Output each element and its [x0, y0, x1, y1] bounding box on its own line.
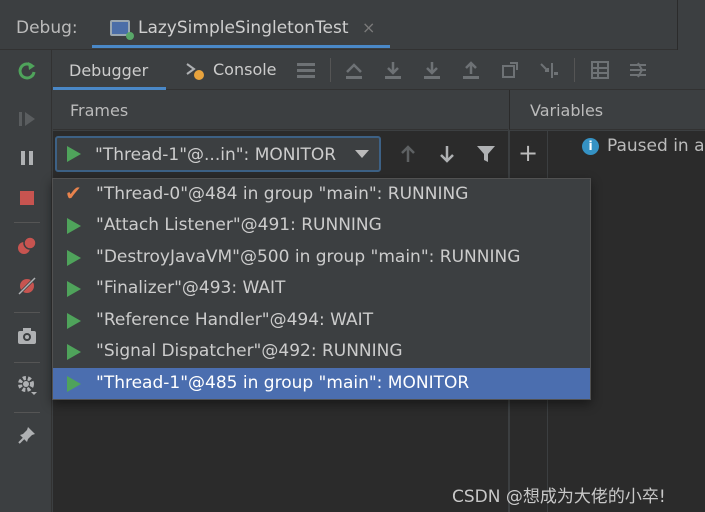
play-icon: [67, 344, 81, 360]
debug-tool-window-header: Debug: LazySimpleSingletonTest ×: [0, 0, 705, 50]
paused-status: i Paused in a: [582, 136, 705, 156]
watermark-text: CSDN @想成为大佬的小卒!: [452, 487, 666, 507]
thread-item-label: "Reference Handler"@494: WAIT: [96, 310, 374, 330]
tab-debug-session[interactable]: LazySimpleSingletonTest ×: [92, 8, 390, 48]
camera-icon[interactable]: [14, 323, 40, 349]
view-breakpoints-icon[interactable]: [14, 233, 40, 259]
thread-list-popup: ✔ "Thread-0"@484 in group "main": RUNNIN…: [52, 178, 591, 400]
toolbar-separator: [330, 58, 331, 82]
rerun-icon[interactable]: [14, 58, 40, 84]
thread-item[interactable]: ✔ "Thread-0"@484 in group "main": RUNNIN…: [53, 179, 590, 210]
debug-left-toolbar: [0, 50, 52, 512]
step-into-icon[interactable]: [420, 58, 444, 82]
step-out-icon[interactable]: [459, 58, 483, 82]
toolbar-separator: [14, 312, 40, 313]
filter-icon[interactable]: [472, 140, 500, 168]
info-icon: i: [582, 138, 599, 155]
thread-selector[interactable]: "Thread-1"@...in": MONITOR: [55, 136, 381, 172]
thread-item-label: "Thread-0"@484 in group "main": RUNNING: [96, 184, 469, 204]
tab-debugger[interactable]: Debugger: [53, 50, 166, 90]
console-icon: [186, 63, 204, 80]
layout-menu-icon[interactable]: [294, 58, 318, 82]
paused-status-text: Paused in a: [607, 136, 705, 156]
thread-item-selected[interactable]: "Thread-1"@485 in group "main": MONITOR: [53, 368, 590, 399]
check-icon: ✔: [65, 181, 82, 205]
toolbar-separator: [14, 362, 40, 363]
mute-breakpoints-icon[interactable]: [14, 273, 40, 299]
variables-panel-header: Variables: [509, 90, 705, 130]
evaluate-expression-icon[interactable]: [588, 58, 612, 82]
next-frame-icon[interactable]: [433, 140, 461, 168]
debug-label: Debug:: [16, 18, 78, 38]
thread-item[interactable]: "DestroyJavaVM"@500 in group "main": RUN…: [53, 242, 590, 273]
thread-item-label: "Attach Listener"@491: RUNNING: [96, 215, 382, 235]
thread-item-label: "Thread-1"@485 in group "main": MONITOR: [96, 373, 470, 393]
play-icon: [67, 376, 81, 392]
close-icon[interactable]: ×: [362, 18, 375, 37]
step-over-icon[interactable]: [381, 58, 405, 82]
thread-item[interactable]: "Finalizer"@493: WAIT: [53, 273, 590, 304]
stop-icon[interactable]: [14, 185, 40, 211]
application-window-icon: [110, 20, 134, 40]
tab-debugger-label: Debugger: [69, 61, 149, 80]
thread-item[interactable]: "Reference Handler"@494: WAIT: [53, 305, 590, 336]
thread-item-label: "Finalizer"@493: WAIT: [96, 278, 286, 298]
session-tab-title: LazySimpleSingletonTest: [138, 18, 349, 38]
play-icon: [67, 250, 81, 266]
pause-program-icon[interactable]: [14, 145, 40, 171]
thread-selector-value: "Thread-1"@...in": MONITOR: [95, 145, 337, 165]
show-execution-point-icon[interactable]: [342, 58, 366, 82]
settings-gear-icon[interactable]: [14, 372, 40, 398]
add-watch-icon[interactable]: +: [518, 139, 538, 167]
thread-item[interactable]: "Attach Listener"@491: RUNNING: [53, 210, 590, 241]
play-icon: [67, 281, 81, 297]
tab-console[interactable]: Console: [183, 50, 283, 90]
debugger-toolbar: Debugger Console: [53, 50, 705, 90]
header-edge: [677, 0, 705, 50]
play-icon: [67, 313, 81, 329]
thread-item-label: "Signal Dispatcher"@492: RUNNING: [96, 341, 403, 361]
chevron-down-icon: [355, 150, 369, 158]
run-to-cursor-icon[interactable]: [537, 58, 561, 82]
pin-icon[interactable]: [14, 422, 40, 448]
variables-title: Variables: [530, 101, 604, 120]
thread-running-icon: [67, 146, 81, 162]
resume-program-icon[interactable]: [14, 106, 40, 132]
previous-frame-icon[interactable]: [394, 140, 422, 168]
trace-current-stream-chain-icon[interactable]: [626, 58, 650, 82]
toolbar-separator: [574, 58, 575, 82]
play-icon: [67, 218, 81, 234]
thread-item-label: "DestroyJavaVM"@500 in group "main": RUN…: [96, 247, 521, 267]
toolbar-separator: [14, 412, 40, 413]
frames-panel-header: Frames: [53, 90, 508, 130]
tab-console-label: Console: [213, 60, 277, 79]
frames-title: Frames: [70, 101, 129, 120]
toolbar-separator: [14, 222, 40, 223]
drop-frame-icon[interactable]: [498, 58, 522, 82]
thread-item[interactable]: "Signal Dispatcher"@492: RUNNING: [53, 336, 590, 367]
